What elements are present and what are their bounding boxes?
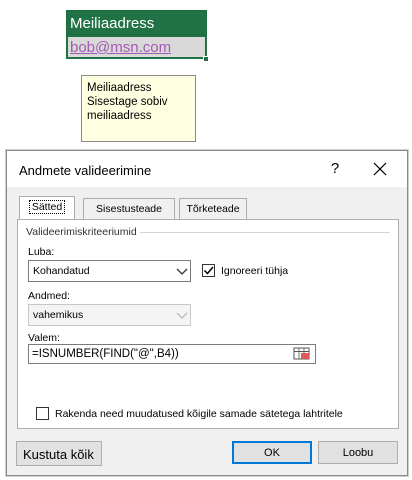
formula-input[interactable]: =ISNUMBER(FIND("@",B4)) <box>28 344 316 364</box>
data-validation-dialog: Andmete valideerimine ? Sätted Sisestust… <box>6 150 408 476</box>
ok-button[interactable]: OK <box>232 441 312 464</box>
criteria-group-legend: Valideerimiskriteeriumid <box>26 226 140 238</box>
allow-select-value: Kohandatud <box>33 265 90 277</box>
help-icon: ? <box>330 160 340 177</box>
clear-all-label: Kustuta kõik <box>23 447 94 462</box>
tab-settings-label: Sätted <box>28 200 66 214</box>
clear-all-button[interactable]: Kustuta kõik <box>16 441 102 466</box>
tab-input-message-label: Sisestusteade <box>96 203 162 215</box>
chevron-down-icon <box>172 305 190 325</box>
formula-label: Valem: <box>28 332 60 344</box>
range-selector-icon <box>293 347 310 360</box>
close-icon <box>373 162 387 176</box>
settings-panel: Valideerimiskriteeriumid Luba: Kohandatu… <box>17 219 399 429</box>
tooltip-title: Meiliaadress <box>87 82 152 94</box>
fill-handle[interactable] <box>203 56 209 62</box>
tab-input-message[interactable]: Sisestusteade <box>83 198 175 219</box>
checkmark-icon <box>203 266 214 275</box>
ok-label: OK <box>264 447 280 459</box>
formula-value: =ISNUMBER(FIND("@",B4)) <box>32 348 179 360</box>
column-header-cell[interactable]: Meiliaadress <box>66 10 207 35</box>
column-header-label: Meiliaadress <box>70 15 155 32</box>
tab-error-alert-label: Tõrketeade <box>186 203 240 215</box>
selected-cell[interactable]: bob@msn.com <box>66 35 207 59</box>
apply-all-label: Rakenda need muudatused kõigile samade s… <box>55 408 343 420</box>
cancel-label: Loobu <box>342 447 374 459</box>
allow-select[interactable]: Kohandatud <box>28 260 191 282</box>
dialog-title: Andmete valideerimine <box>19 163 152 178</box>
input-message-tooltip: Meiliaadress Sisestage sobiv meiliaadres… <box>81 75 196 142</box>
dialog-titlebar: Andmete valideerimine ? <box>7 151 407 187</box>
validation-criteria-group: Valideerimiskriteeriumid <box>26 226 390 352</box>
tab-settings[interactable]: Sätted <box>19 196 75 219</box>
chevron-down-icon <box>172 261 190 281</box>
tooltip-line-1: Sisestage sobiv <box>87 96 168 108</box>
cancel-button[interactable]: Loobu <box>318 441 398 464</box>
ignore-blank-label: Ignoreeri tühja <box>221 265 289 277</box>
ignore-blank-checkbox[interactable] <box>202 264 215 277</box>
tab-error-alert[interactable]: Tõrketeade <box>179 198 247 219</box>
tooltip-line-2: meiliaadress <box>87 110 152 122</box>
allow-label: Luba: <box>28 246 55 258</box>
cell-value: bob@msn.com <box>70 39 172 56</box>
close-button[interactable] <box>367 157 393 181</box>
data-select[interactable]: vahemikus <box>28 304 191 326</box>
apply-all-checkbox[interactable] <box>36 407 49 420</box>
data-select-value: vahemikus <box>33 309 84 321</box>
range-selector-button[interactable] <box>292 345 312 363</box>
data-label: Andmed: <box>28 290 71 302</box>
help-button[interactable]: ? <box>323 157 347 181</box>
